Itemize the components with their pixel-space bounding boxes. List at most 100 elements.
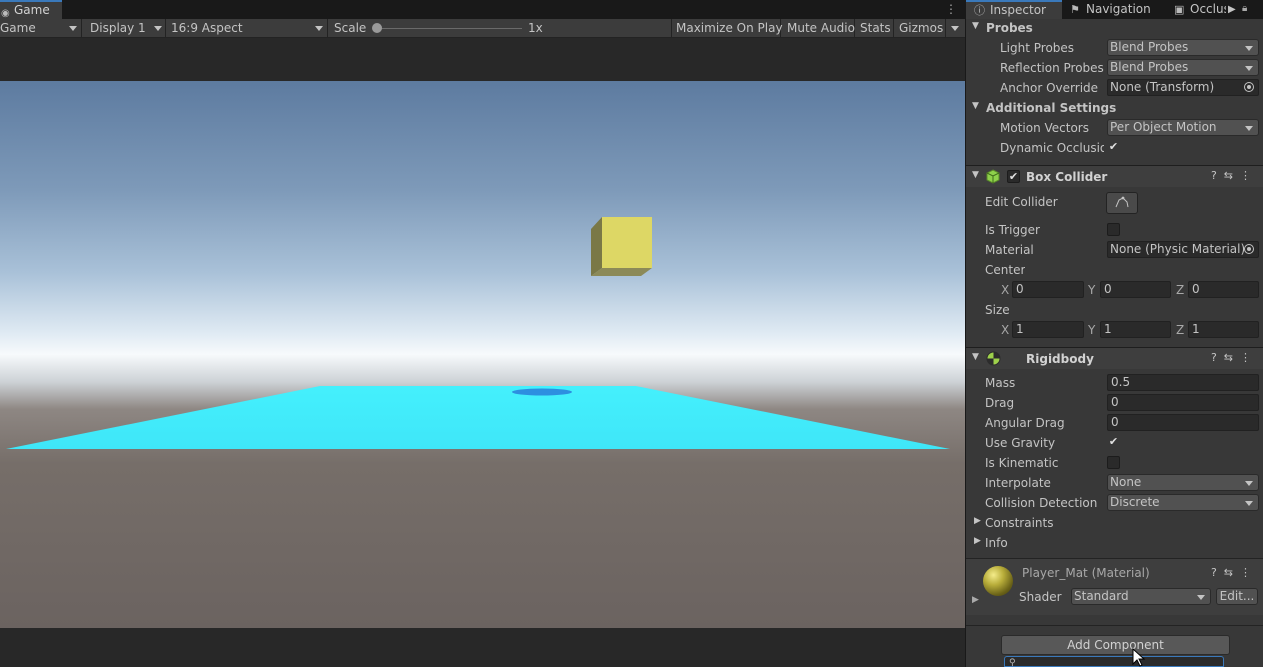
center-label: Center xyxy=(985,263,1026,277)
aspect-label: 16:9 Aspect xyxy=(171,21,243,35)
mass-label: Mass xyxy=(985,376,1016,390)
help-icon[interactable]: ? xyxy=(1211,566,1224,579)
shader-value: Standard xyxy=(1074,589,1129,603)
motion-vectors-row: Motion Vectors Per Object Motion xyxy=(966,118,1263,138)
presets-icon[interactable]: ⇆ xyxy=(1224,169,1240,182)
tab-occlusion[interactable]: ▣ Occlus xyxy=(1166,0,1226,19)
maximize-on-play-toggle[interactable]: Maximize On Play xyxy=(671,19,783,38)
motion-vectors-value: Per Object Motion xyxy=(1110,120,1217,134)
is-kinematic-checkbox[interactable] xyxy=(1107,456,1120,469)
mouse-cursor xyxy=(1132,648,1146,667)
size-x-field[interactable]: 1 xyxy=(1012,321,1084,338)
object-picker-icon[interactable] xyxy=(1244,244,1254,254)
lock-icon[interactable]: 🔒︎ xyxy=(1242,0,1247,18)
probes-foldout[interactable]: ▼ Probes xyxy=(966,18,1263,38)
center-vector-row: X 0 Y 0 Z 0 xyxy=(966,280,1263,300)
component-menu-icon[interactable]: ⋮ xyxy=(1240,169,1258,182)
tab-game[interactable]: ◉ Game xyxy=(0,0,62,19)
help-icon[interactable]: ? xyxy=(1211,169,1224,182)
scale-slider-track[interactable] xyxy=(375,28,522,29)
edit-collider-button[interactable] xyxy=(1106,192,1138,214)
game-viewport[interactable] xyxy=(0,81,965,628)
presets-icon[interactable]: ⇆ xyxy=(1224,351,1240,364)
size-y-field[interactable]: 1 xyxy=(1100,321,1171,338)
constraints-foldout[interactable]: ▶ Constraints xyxy=(966,513,1263,533)
angular-drag-field[interactable]: 0 xyxy=(1107,414,1259,431)
gizmos-toggle[interactable]: Gizmos xyxy=(894,19,946,38)
foldout-collapsed-icon[interactable]: ▶ xyxy=(972,595,979,605)
material-preview-sphere[interactable] xyxy=(983,566,1013,596)
game-mode-label: Game xyxy=(0,21,36,35)
cube-shadow xyxy=(512,388,572,396)
is-trigger-checkbox[interactable] xyxy=(1107,223,1120,236)
center-z-field[interactable]: 0 xyxy=(1188,281,1259,298)
tab-scroll-right-icon[interactable]: ▶ xyxy=(1228,0,1236,19)
interpolate-label: Interpolate xyxy=(985,476,1051,490)
collision-detection-dropdown[interactable]: Discrete xyxy=(1107,494,1259,511)
use-gravity-label: Use Gravity xyxy=(985,436,1056,450)
scale-value: 1x xyxy=(528,21,543,35)
box-collider-title: Box Collider xyxy=(1026,170,1108,184)
box-collider-header[interactable]: ▼ ✔ Box Collider ?⇆⋮ xyxy=(966,165,1263,187)
gizmos-dropdown[interactable] xyxy=(946,19,965,38)
edit-bounds-icon xyxy=(1115,196,1129,208)
chevron-down-icon xyxy=(1245,46,1253,51)
chevron-down-icon xyxy=(154,26,162,31)
interpolate-row: Interpolate None xyxy=(966,473,1263,493)
info-foldout[interactable]: ▶ Info xyxy=(966,533,1263,553)
box-collider-enabled-checkbox[interactable]: ✔ xyxy=(1007,170,1020,183)
light-probes-dropdown[interactable]: Blend Probes xyxy=(1107,39,1259,56)
center-x-field[interactable]: 0 xyxy=(1012,281,1084,298)
dynamic-occlusion-checkbox[interactable]: ✔ xyxy=(1107,141,1120,154)
light-probes-row: Light Probes Blend Probes xyxy=(966,38,1263,58)
tab-inspector[interactable]: ⓘ Inspector xyxy=(966,0,1062,19)
reflection-probes-label: Reflection Probes xyxy=(1000,61,1104,75)
motion-vectors-dropdown[interactable]: Per Object Motion xyxy=(1107,119,1259,136)
component-menu-icon[interactable]: ⋮ xyxy=(1240,566,1258,579)
component-header-icons: ?⇆⋮ xyxy=(1211,351,1258,364)
size-y-label: Y xyxy=(1088,323,1096,337)
interpolate-dropdown[interactable]: None xyxy=(1107,474,1259,491)
presets-icon[interactable]: ⇆ xyxy=(1224,566,1240,579)
mass-field[interactable]: 0.5 xyxy=(1107,374,1259,391)
anchor-override-field[interactable]: None (Transform) xyxy=(1107,79,1259,96)
material-label: Material xyxy=(985,243,1034,257)
interpolate-value: None xyxy=(1110,475,1142,489)
center-y-field[interactable]: 0 xyxy=(1100,281,1171,298)
component-menu-icon[interactable]: ⋮ xyxy=(1240,351,1258,364)
probes-header: Probes xyxy=(986,21,1033,35)
shader-edit-button[interactable]: Edit... xyxy=(1216,588,1258,605)
help-icon[interactable]: ? xyxy=(1211,351,1224,364)
foldout-expanded-icon: ▼ xyxy=(972,101,979,111)
game-tab-bar: ◉ Game ⋮ xyxy=(0,0,965,19)
reflection-probes-dropdown[interactable]: Blend Probes xyxy=(1107,59,1259,76)
object-picker-icon[interactable] xyxy=(1244,82,1254,92)
anchor-override-value: None (Transform) xyxy=(1110,80,1215,94)
shader-dropdown[interactable]: Standard xyxy=(1071,588,1211,605)
info-icon: ⓘ xyxy=(974,4,985,17)
tab-navigation[interactable]: ⚑ Navigation xyxy=(1062,0,1166,19)
light-probes-value: Blend Probes xyxy=(1110,40,1189,54)
game-mode-dropdown[interactable]: Game xyxy=(0,19,82,38)
box-collider-icon xyxy=(986,169,1000,184)
drag-field[interactable]: 0 xyxy=(1107,394,1259,411)
foldout-expanded-icon: ▼ xyxy=(972,170,979,180)
material-name: Player_Mat (Material) xyxy=(1022,566,1150,580)
center-x-label: X xyxy=(1001,283,1010,297)
stats-toggle[interactable]: Stats xyxy=(855,19,894,38)
component-search-field[interactable]: ⚲ xyxy=(1004,656,1224,667)
divider xyxy=(966,625,1263,626)
size-z-field[interactable]: 1 xyxy=(1188,321,1259,338)
is-kinematic-row: Is Kinematic xyxy=(966,453,1263,473)
panel-menu-icon[interactable]: ⋮ xyxy=(945,0,957,18)
display-dropdown[interactable]: Display 1 xyxy=(82,19,166,38)
material-row: Material None (Physic Material) xyxy=(966,240,1263,260)
add-component-button[interactable]: Add Component xyxy=(1001,635,1230,655)
use-gravity-checkbox[interactable]: ✔ xyxy=(1107,436,1120,449)
scale-slider-handle[interactable] xyxy=(372,23,382,33)
mute-audio-toggle[interactable]: Mute Audio xyxy=(781,19,855,38)
aspect-dropdown[interactable]: 16:9 Aspect xyxy=(166,19,328,38)
additional-settings-foldout[interactable]: ▼ Additional Settings xyxy=(966,98,1263,118)
rigidbody-header[interactable]: ▼ Rigidbody ?⇆⋮ xyxy=(966,347,1263,369)
physic-material-field[interactable]: None (Physic Material) xyxy=(1107,241,1259,258)
